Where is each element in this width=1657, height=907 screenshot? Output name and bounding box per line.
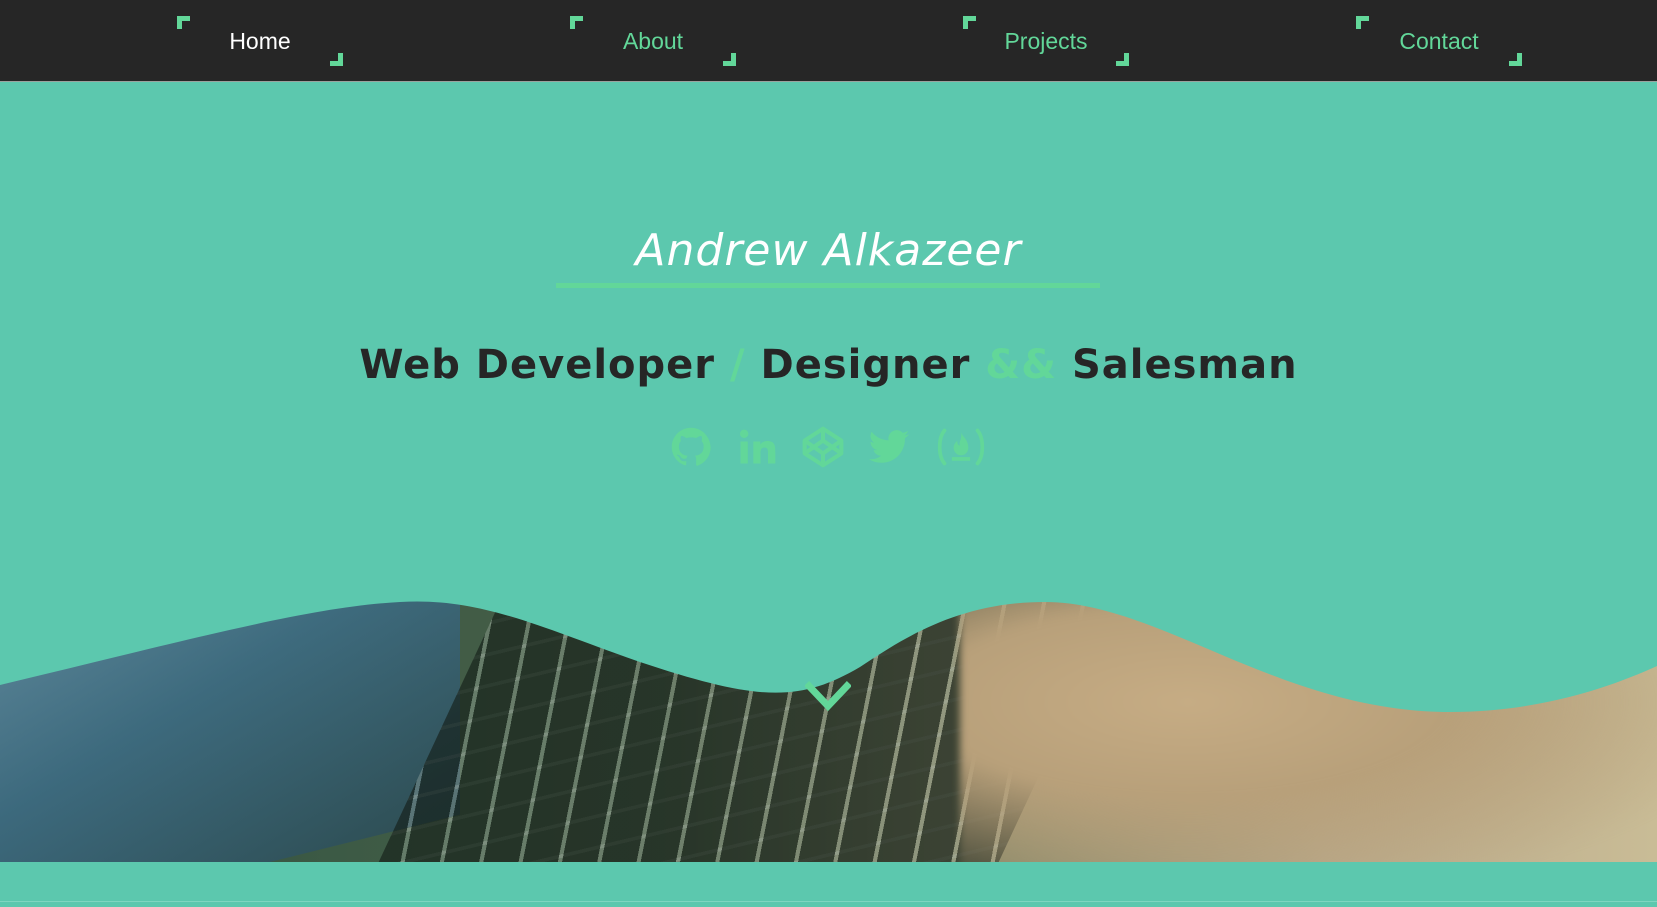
hero-tagline: Web Developer / Designer && Salesman [0, 342, 1657, 388]
tagline-role-3: Salesman [1071, 342, 1298, 388]
nav-item-home[interactable]: Home [177, 16, 343, 66]
nav-item-label: Projects [1004, 28, 1088, 54]
corner-bracket-bottom-right [1509, 53, 1522, 66]
section-divider-band [0, 862, 1657, 902]
corner-bracket-bottom-right [1116, 53, 1129, 66]
corner-bracket-bottom-right [330, 53, 343, 66]
freecodecamp-icon[interactable] [933, 425, 989, 469]
tagline-role-2: Designer [760, 342, 971, 388]
nav-item-contact[interactable]: Contact [1356, 16, 1522, 66]
twitter-icon[interactable] [867, 425, 911, 469]
github-icon[interactable] [669, 425, 713, 469]
codepen-icon[interactable] [801, 425, 845, 469]
linkedin-icon[interactable] [735, 425, 779, 469]
nav-item-label: Contact [1399, 28, 1479, 54]
scroll-down-chevron-icon[interactable] [804, 680, 852, 714]
social-links [0, 425, 1657, 469]
top-nav: Home About Projects Contact [0, 0, 1657, 82]
nav-item-about[interactable]: About [570, 16, 736, 66]
tagline-separator: && [970, 342, 1072, 388]
tagline-separator: / [715, 342, 761, 388]
name-underline [556, 283, 1100, 288]
tagline-role-1: Web Developer [359, 342, 716, 388]
corner-bracket-bottom-right [723, 53, 736, 66]
nav-item-projects[interactable]: Projects [963, 16, 1129, 66]
nav-item-label: Home [229, 28, 291, 54]
nav-item-label: About [622, 28, 684, 54]
hero-name: Andrew Alkazeer [635, 225, 1022, 276]
hero-section: Andrew Alkazeer Web Developer / Designer… [0, 82, 1657, 862]
